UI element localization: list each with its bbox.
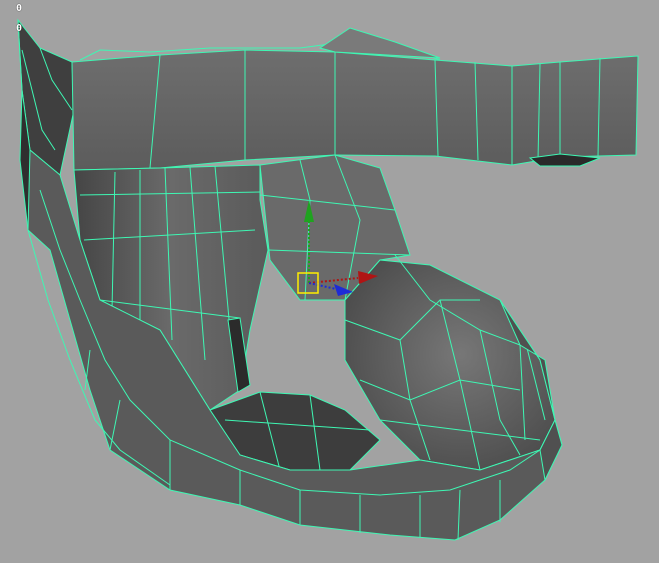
hud-readout-line-2: 0 <box>16 23 23 34</box>
arrow-up-icon[interactable] <box>304 200 314 222</box>
manip-z-line <box>308 282 337 290</box>
3d-viewport[interactable]: 0 0 <box>0 0 659 563</box>
arrow-diagonal-icon[interactable] <box>334 284 353 296</box>
hud-readout-line-1: 0 <box>16 3 23 14</box>
arrow-right-icon[interactable] <box>358 271 378 284</box>
move-manipulator-icon[interactable] <box>0 0 659 563</box>
manip-x-line <box>308 277 359 284</box>
